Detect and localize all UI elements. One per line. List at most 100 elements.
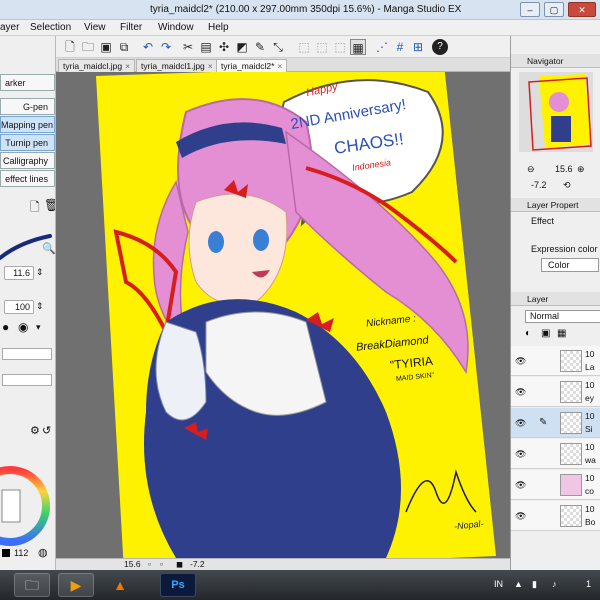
- layer-opacity-icon[interactable]: ◐: [525, 328, 531, 339]
- deselect-icon[interactable]: ⬚: [332, 39, 348, 55]
- nav-zoom-in-icon[interactable]: ⊕: [577, 164, 585, 175]
- zoom-in-icon[interactable]: ▫: [160, 559, 163, 569]
- anti-alias-selector[interactable]: [2, 348, 52, 360]
- close-tab-icon[interactable]: ×: [277, 61, 282, 71]
- layer-row[interactable]: 👁 10 co: [511, 470, 600, 500]
- menu-window[interactable]: Window: [158, 22, 194, 33]
- maximize-button[interactable]: ▢: [544, 2, 564, 17]
- network-icon[interactable]: ▮: [532, 579, 537, 590]
- zoom-value: 15.6: [124, 559, 141, 569]
- opacity-spinner-icon[interactable]: ⇕: [36, 301, 44, 312]
- layer-row[interactable]: 👁 10 wa: [511, 439, 600, 469]
- new-file-icon[interactable]: 🗋: [62, 39, 78, 55]
- clear-icon[interactable]: ◩: [234, 39, 250, 55]
- eye-icon[interactable]: 👁: [515, 449, 526, 460]
- media-player-taskbar-icon[interactable]: ▶: [58, 573, 94, 597]
- layer-property-header[interactable]: Layer Propert: [511, 198, 600, 212]
- nav-zoom-out-icon[interactable]: ⊖: [527, 164, 535, 175]
- eye-icon[interactable]: 👁: [515, 418, 526, 429]
- settings-icon[interactable]: ⚙: [30, 424, 40, 437]
- tab-tyria-maidcl[interactable]: tyria_maidcl.jpg ×: [58, 59, 136, 72]
- color-wheel[interactable]: [0, 456, 56, 546]
- menu-help[interactable]: Help: [208, 22, 229, 33]
- tab-tyria-maidcl1[interactable]: tyria_maidcl1.jpg ×: [136, 59, 218, 72]
- tab-tyria-maidcl2[interactable]: tyria_maidcl2* ×: [216, 59, 288, 72]
- transform-icon[interactable]: ✣: [216, 39, 232, 55]
- grid-icon[interactable]: ⊞: [410, 39, 426, 55]
- menu-view[interactable]: View: [84, 22, 106, 33]
- close-tab-icon[interactable]: ×: [208, 61, 213, 71]
- cut-icon[interactable]: ✂: [180, 39, 196, 55]
- layer-lock-icon[interactable]: ▣: [541, 328, 550, 339]
- open-folder-icon[interactable]: 🗀: [80, 39, 96, 55]
- clock[interactable]: 1: [586, 579, 591, 589]
- explorer-taskbar-icon[interactable]: 🗀: [14, 573, 50, 597]
- correction-selector[interactable]: [2, 374, 52, 386]
- select-all-icon[interactable]: ⬚: [314, 39, 330, 55]
- layer-row[interactable]: 👁 10 Bo: [511, 501, 600, 531]
- rotation-value: -7.2: [190, 559, 205, 569]
- subtool-calligraphy[interactable]: Calligraphy: [0, 152, 55, 169]
- close-button[interactable]: ✕: [568, 2, 596, 17]
- help-icon[interactable]: ?: [432, 39, 448, 55]
- nav-rotate-icon[interactable]: ⟲: [563, 180, 571, 191]
- reset-icon[interactable]: ↺: [42, 424, 51, 437]
- menu-selection[interactable]: Selection: [30, 22, 71, 33]
- brush-shape-dot-icon[interactable]: ●: [2, 320, 9, 334]
- subtool-gpen[interactable]: G-pen: [0, 98, 55, 115]
- photoshop-taskbar-icon[interactable]: Ps: [160, 573, 196, 597]
- expression-color-select[interactable]: Color: [541, 258, 599, 272]
- layer-header[interactable]: Layer: [511, 292, 600, 306]
- paste-icon[interactable]: ▤: [198, 39, 214, 55]
- mask-icon[interactable]: ▦: [350, 39, 366, 55]
- subtool-effect-lines[interactable]: effect lines: [0, 170, 55, 187]
- subtool-turnip-pen[interactable]: Turnip pen: [0, 134, 55, 151]
- layer-row-selected[interactable]: 👁 ✎ 10 Si: [511, 408, 600, 438]
- nav-angle-value: -7.2: [531, 180, 547, 190]
- navigator-tab: Navigator: [527, 56, 564, 66]
- rotation-icon[interactable]: ◼: [176, 559, 183, 570]
- volume-icon[interactable]: ♪: [552, 579, 557, 589]
- menu-filter[interactable]: Filter: [120, 22, 142, 33]
- close-tab-icon[interactable]: ×: [125, 61, 130, 71]
- canvas-artwork[interactable]: [56, 72, 510, 558]
- fill-icon[interactable]: ✎: [252, 39, 268, 55]
- redo-icon[interactable]: ↷: [158, 39, 174, 55]
- brush-shape-round-icon[interactable]: ◉: [18, 320, 28, 334]
- snap-icon[interactable]: #: [392, 39, 408, 55]
- eye-icon[interactable]: 👁: [515, 356, 526, 367]
- blend-mode-select[interactable]: Normal: [525, 310, 600, 323]
- opacity-field[interactable]: 100: [4, 300, 34, 314]
- zoom-out-icon[interactable]: ▫: [148, 559, 151, 569]
- canvas-workspace[interactable]: Happy 2ND Anniversary! CHAOS!! Indonesia…: [56, 72, 510, 558]
- copy-icon[interactable]: ⧉: [116, 39, 132, 55]
- main-color-swatch[interactable]: [2, 549, 10, 557]
- tool-name[interactable]: arker: [0, 74, 55, 91]
- eye-icon[interactable]: 👁: [515, 511, 526, 522]
- delete-subtool-icon[interactable]: 🗑: [44, 198, 55, 212]
- scale-icon[interactable]: ⤡: [270, 39, 286, 55]
- undo-icon[interactable]: ↶: [140, 39, 156, 55]
- ruler-icon[interactable]: ⋰: [374, 39, 390, 55]
- size-spinner-icon[interactable]: ⇕: [36, 267, 44, 278]
- new-subtool-icon[interactable]: 🗋: [30, 198, 40, 219]
- layer-row[interactable]: 👁 10 ey: [511, 377, 600, 407]
- zoom-preview-icon[interactable]: 🔍: [42, 242, 55, 255]
- hide-selection-icon[interactable]: ⬚: [296, 39, 312, 55]
- menu-layer[interactable]: ayer: [0, 22, 19, 33]
- vlc-taskbar-icon[interactable]: ▲: [102, 573, 138, 597]
- language-indicator[interactable]: IN: [494, 579, 503, 589]
- brush-shape-dropdown-icon[interactable]: ▾: [36, 322, 41, 333]
- navigator-thumbnail[interactable]: [519, 72, 593, 152]
- layer-row[interactable]: 👁 10 La: [511, 346, 600, 376]
- eye-icon[interactable]: 👁: [515, 480, 526, 491]
- color-set-icon[interactable]: ◍: [38, 546, 48, 559]
- minimize-button[interactable]: –: [520, 2, 540, 17]
- layer-mask-icon[interactable]: ▦: [557, 328, 566, 339]
- save-icon[interactable]: ▣: [98, 39, 114, 55]
- navigator-header[interactable]: Navigator: [511, 54, 600, 68]
- tray-arrow-icon[interactable]: ▲: [514, 579, 523, 589]
- brush-size-field[interactable]: 11.6: [4, 266, 34, 280]
- eye-icon[interactable]: 👁: [515, 387, 526, 398]
- subtool-mapping-pen[interactable]: Mapping pen: [0, 116, 55, 133]
